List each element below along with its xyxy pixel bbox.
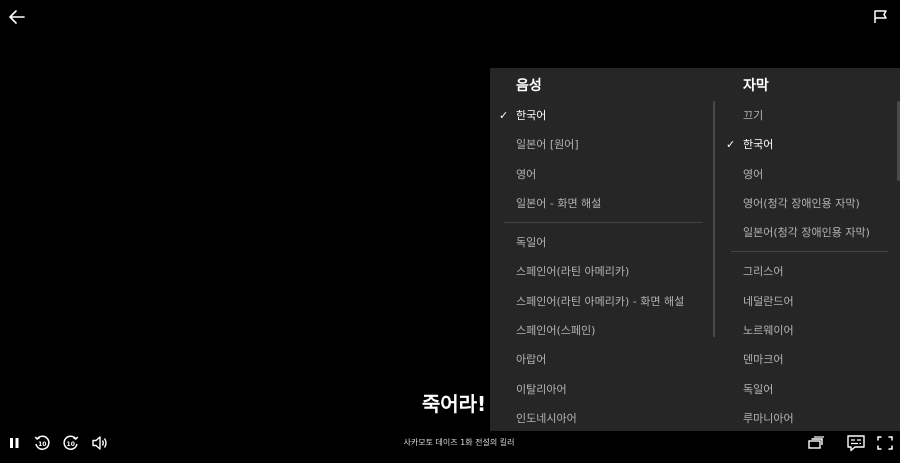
- flag-icon: [874, 10, 887, 23]
- subtitle-option-label: 끄기: [743, 109, 764, 122]
- subtitle-option[interactable]: 네덜란드어: [717, 287, 900, 316]
- audio-option-label: 일본어 [원어]: [516, 138, 579, 152]
- subtitle-option[interactable]: 영어(청각 장애인용 자막): [717, 189, 900, 218]
- audio-option[interactable]: 스페인어(스페인): [490, 316, 715, 345]
- subtitle-option[interactable]: 일본어(청각 장애인용 자막): [717, 218, 900, 247]
- subtitle-option[interactable]: 노르웨이어: [717, 316, 900, 345]
- divider: [504, 222, 703, 224]
- audio-option-label: 스페인어(라틴 아메리카): [516, 265, 630, 279]
- fullscreen-button[interactable]: [875, 433, 895, 453]
- audio-option-label: 스페인어(스페인): [516, 324, 596, 338]
- subtitles-column: 자막 끄기 ✓ 한국어영어영어(청각 장애인용 자막) 일본어(청각 장애인용 자막)…: [717, 68, 900, 431]
- episodes-button[interactable]: [806, 433, 826, 453]
- episode-title: 사카모토 데이즈 1화 전설의 킬러: [403, 438, 515, 447]
- audio-scrollbar[interactable]: [713, 101, 715, 337]
- subtitles-list: 끄기 ✓ 한국어영어영어(청각 장애인용 자막) 일본어(청각 장애인용 자막) 그리스…: [717, 101, 900, 431]
- subtitle-option-label: 네덜란드어: [743, 294, 794, 308]
- audio-option[interactable]: 스페인어(라틴 아메리카): [490, 257, 715, 286]
- audio-option-label: 일본어 - 화면 해설: [516, 196, 602, 210]
- subtitles-icon: [847, 435, 865, 452]
- subtitles-title: 자막: [743, 78, 769, 94]
- subtitle-option-label: 한국어: [743, 138, 774, 152]
- subtitle-option-label: 노르웨이어: [743, 324, 794, 338]
- subtitle-option-label: 영어(청각 장애인용 자막): [743, 196, 860, 210]
- audio-option[interactable]: 영어: [490, 160, 715, 189]
- subtitle-option-label: 영어: [743, 167, 764, 181]
- subtitle-option-label: 그리스어: [743, 265, 784, 279]
- subtitle-option[interactable]: 덴마크어: [717, 345, 900, 374]
- divider: [731, 251, 888, 253]
- subtitle-option[interactable]: 끄기: [717, 101, 900, 130]
- audio-option-label: 영어: [516, 167, 537, 181]
- audio-column: 음성 ✓ 한국어일본어 [원어] 영어일본어 - 화면 해설독일어스페인어(라틴 아…: [490, 68, 715, 431]
- report-problem-button[interactable]: [870, 6, 892, 28]
- subtitle-option[interactable]: 영어: [717, 160, 900, 189]
- audio-option[interactable]: 스페인어(라틴 아메리카) - 화면 해설: [490, 287, 715, 316]
- audio-list: ✓ 한국어일본어 [원어] 영어일본어 - 화면 해설독일어스페인어(라틴 아메리카…: [490, 101, 715, 431]
- subtitle-option-label: 일본어(청각 장애인용 자막): [743, 226, 870, 240]
- audio-option-label: 한국어: [516, 109, 547, 122]
- check-icon: ✓: [499, 109, 509, 122]
- audio-option[interactable]: 아랍어: [490, 345, 715, 374]
- back-button[interactable]: [6, 6, 28, 28]
- audio-subtitles-panel: 음성 ✓ 한국어 일본어 [원어] 영어 일본어 - 화면 해설 독일어 스페인어(라틴 아…: [490, 68, 900, 431]
- episodes-icon: [808, 436, 824, 449]
- audio-option[interactable]: 일본어 - 화면 해설: [490, 189, 715, 218]
- audio-title: 음성: [516, 78, 542, 94]
- audio-option[interactable]: ✓ 한국어: [490, 101, 715, 130]
- audio-option[interactable]: 독일어: [490, 228, 715, 257]
- subtitle-text: 죽어라!: [421, 392, 487, 416]
- subtitle-caption: 죽어라!: [0, 388, 900, 417]
- audio-option[interactable]: 일본어 [원어]: [490, 130, 715, 159]
- audio-option-label: 아랍어: [516, 353, 547, 367]
- subtitle-option-label: 덴마크어: [743, 353, 784, 367]
- check-icon: ✓: [726, 138, 736, 152]
- subtitle-option[interactable]: 그리스어: [717, 257, 900, 286]
- arrow-left-icon: [9, 10, 25, 24]
- audio-option-label: 독일어: [516, 236, 547, 250]
- subtitles-audio-button[interactable]: [846, 433, 866, 453]
- fullscreen-icon: [877, 436, 893, 450]
- subtitle-option[interactable]: ✓ 한국어: [717, 130, 900, 159]
- audio-option-label: 스페인어(라틴 아메리카) - 화면 해설: [516, 294, 685, 308]
